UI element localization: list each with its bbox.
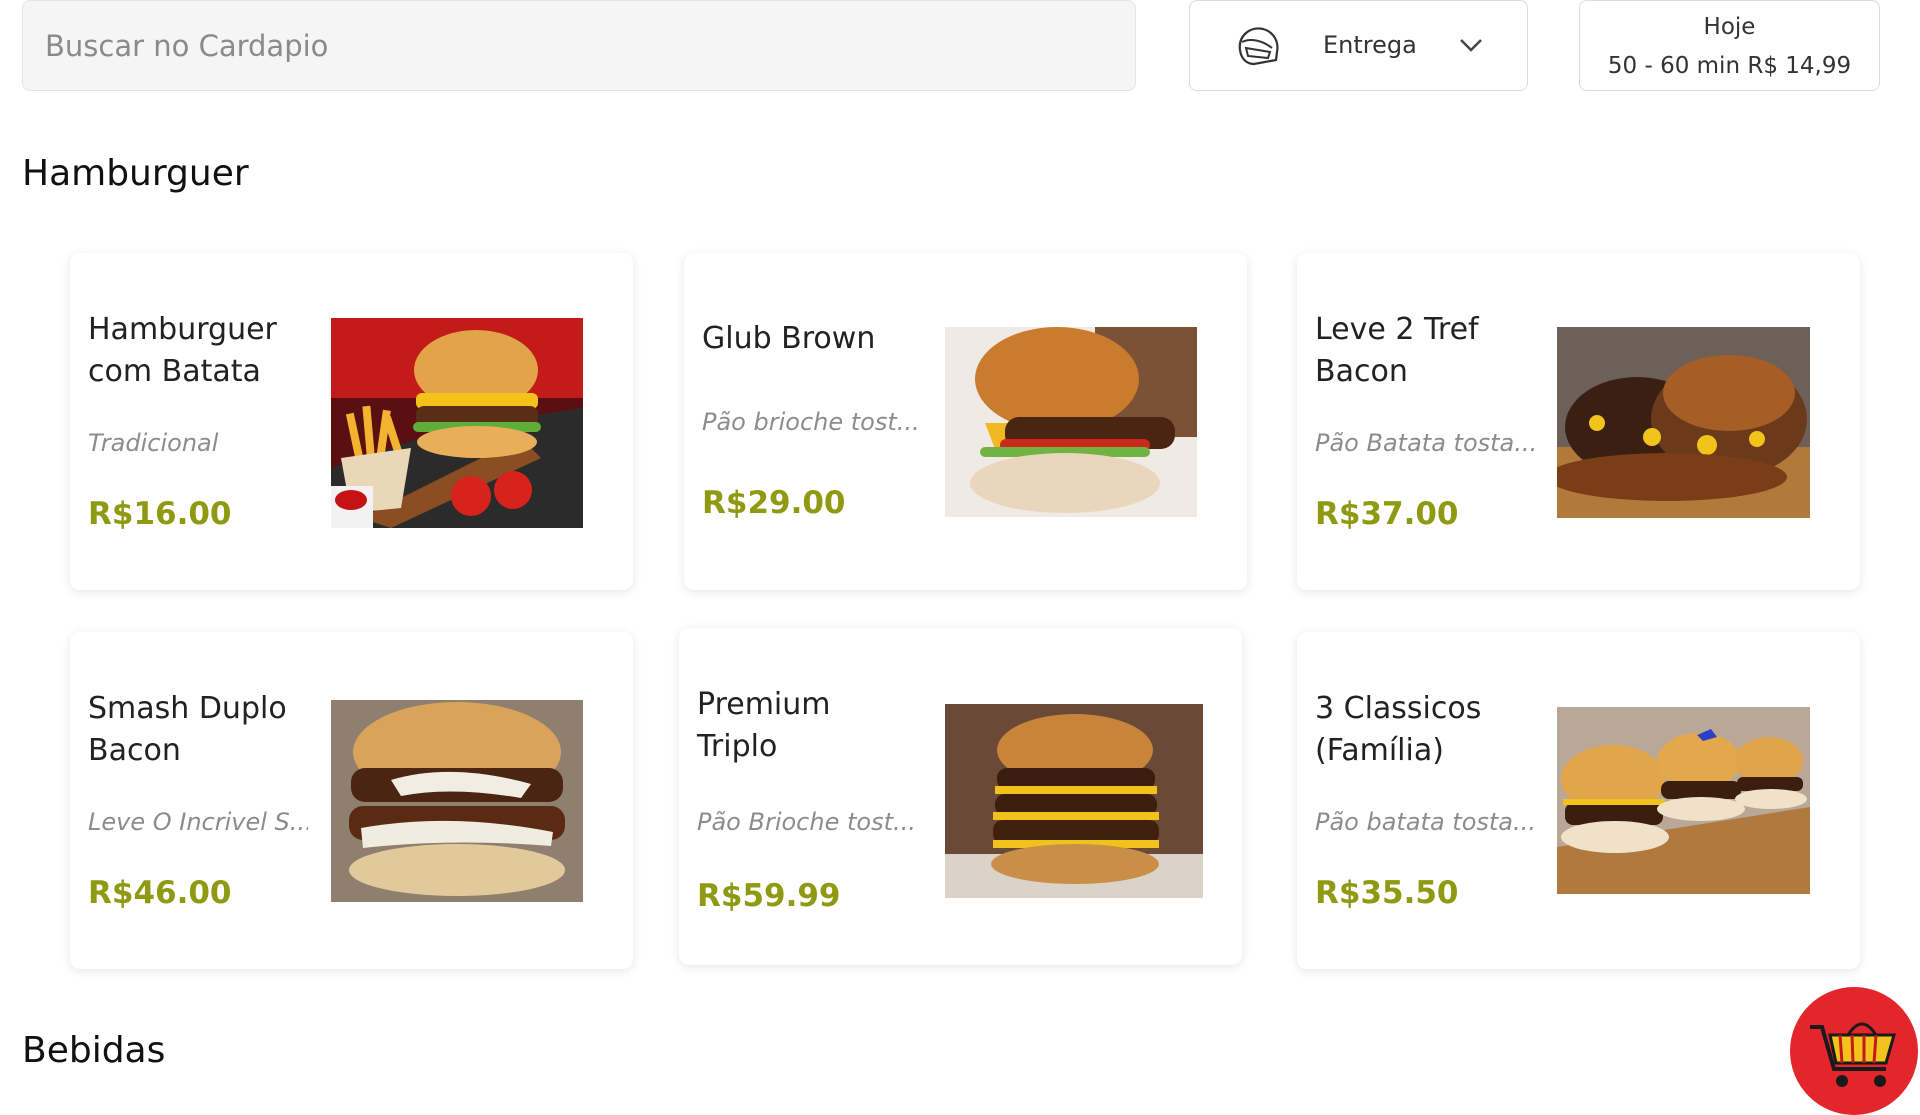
menu-item-price: R$46.00 <box>88 875 232 911</box>
menu-item-name: Leve 2 Tref Bacon <box>1315 312 1479 389</box>
menu-item-name: Premium Triplo <box>697 687 831 764</box>
menu-item-description: Pão Brioche tost... <box>697 808 916 836</box>
shopping-cart-icon <box>1810 1022 1896 1087</box>
menu-item-card[interactable]: 3 Classicos (Família) Pão batata tosta..… <box>1297 632 1860 969</box>
menu-item-price: R$37.00 <box>1315 496 1459 532</box>
menu-item-description: Leve O Incrivel S... <box>88 808 308 836</box>
menu-item-name: Smash Duplo Bacon <box>88 691 287 768</box>
section-title-hamburguer: Hamburguer <box>22 153 249 194</box>
menu-item-card[interactable]: Leve 2 Tref Bacon Pão Batata tosta... R$… <box>1297 253 1860 590</box>
delivery-mode-select[interactable]: Entrega <box>1189 0 1528 91</box>
three-burgers-image <box>1557 707 1810 894</box>
menu-item-description: Pão brioche tost... <box>702 408 920 436</box>
menu-item-card[interactable]: Hamburguer com Batata Tradicional R$16.0… <box>70 253 633 590</box>
section-title-bebidas: Bebidas <box>22 1030 166 1071</box>
menu-item-description: Pão batata tosta... <box>1315 808 1535 836</box>
delivery-time-box[interactable]: Hoje 50 - 60 min R$ 14,99 <box>1579 0 1880 91</box>
menu-item-price: R$35.50 <box>1315 875 1459 911</box>
menu-item-description: Tradicional <box>88 429 219 457</box>
menu-item-description: Pão Batata tosta... <box>1315 429 1535 457</box>
menu-item-price: R$16.00 <box>88 496 232 532</box>
menu-item-price: R$59.99 <box>697 878 841 914</box>
search-input[interactable] <box>43 27 1135 64</box>
burger-fries-image <box>331 318 583 528</box>
triple-burger-image <box>945 704 1203 898</box>
menu-item-card[interactable]: Glub Brown Pão brioche tost... R$29.00 <box>684 253 1247 590</box>
menu-item-name: 3 Classicos (Família) <box>1315 691 1482 768</box>
cart-button[interactable] <box>1790 987 1918 1115</box>
smash-burger-image <box>331 700 583 902</box>
search-box[interactable] <box>22 0 1136 91</box>
menu-item-name: Glub Brown <box>702 321 876 356</box>
delivery-mode-label: Entrega <box>1323 31 1417 59</box>
helmet-icon <box>1238 27 1279 66</box>
menu-item-name: Hamburguer com Batata <box>88 312 277 389</box>
menu-item-card[interactable]: Smash Duplo Bacon Leve O Incrivel S... R… <box>70 632 633 969</box>
burger-image <box>945 327 1197 517</box>
burgers-bacon-image <box>1557 327 1810 518</box>
chevron-down-icon <box>1460 39 1482 52</box>
delivery-day: Hoje <box>1703 14 1756 40</box>
delivery-time-fee: 50 - 60 min R$ 14,99 <box>1607 53 1852 79</box>
menu-item-card[interactable]: Premium Triplo Pão Brioche tost... R$59.… <box>679 628 1242 965</box>
menu-item-price: R$29.00 <box>702 485 846 521</box>
